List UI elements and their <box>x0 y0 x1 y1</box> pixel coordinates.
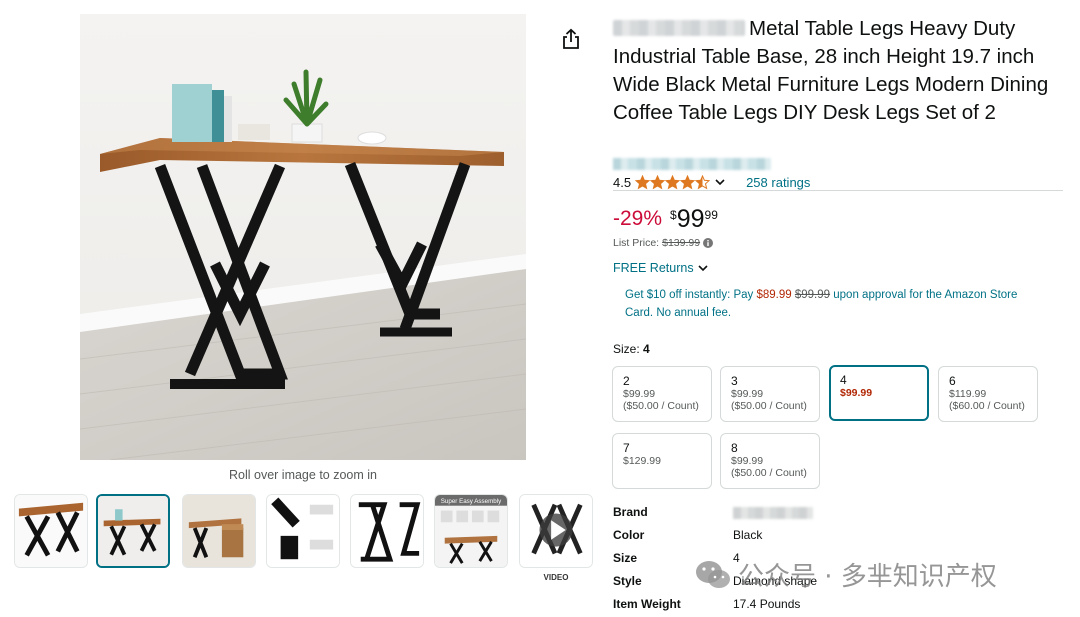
share-icon[interactable] <box>560 28 582 50</box>
size-option-6[interactable]: 6 $119.99 ($60.00 / Count) <box>938 366 1038 422</box>
size-option-3[interactable]: 3 $99.99 ($50.00 / Count) <box>720 366 820 422</box>
size-option-unit: ($60.00 / Count) <box>949 400 1025 412</box>
size-option-price: $99.99 <box>623 388 656 400</box>
size-option-price: $129.99 <box>623 455 661 467</box>
rating-value: 4.5 <box>613 174 632 190</box>
store-link-redacted[interactable] <box>613 158 771 170</box>
price-fraction: 99 <box>704 208 718 222</box>
spec-value: Black <box>733 528 763 542</box>
size-option-price: $119.99 <box>949 388 987 400</box>
size-option-price: $99.99 <box>731 388 764 400</box>
promo-old-price: $99.99 <box>794 289 831 301</box>
watermark-text: 公众号 · 多芈知识产权 <box>738 562 997 592</box>
price-row: -29% $ 99 99 <box>613 205 718 233</box>
product-title: Metal Table Legs Heavy Duty Industrial T… <box>613 15 1063 127</box>
size-option-8[interactable]: 8 $99.99 ($50.00 / Count) <box>720 433 820 489</box>
store-card-promo[interactable]: Get $10 off instantly: Pay $89.99 $99.99… <box>625 286 1045 322</box>
size-label: Size: 4 <box>613 342 650 356</box>
spec-key: Style <box>613 574 642 588</box>
size-option-price: $99.99 <box>731 455 764 467</box>
spec-key: Item Weight <box>613 597 681 611</box>
promo-lead: Get $10 off instantly: Pay <box>625 289 754 301</box>
size-option-name: 4 <box>840 373 847 387</box>
size-label-text: Size: <box>613 342 640 356</box>
size-option-name: 6 <box>949 374 956 388</box>
spec-value: 17.4 Pounds <box>733 597 801 611</box>
size-option-2[interactable]: 2 $99.99 ($50.00 / Count) <box>612 366 712 422</box>
size-option-unit: ($50.00 / Count) <box>731 467 807 479</box>
chevron-down-icon[interactable] <box>714 176 726 188</box>
brand-name-redacted <box>613 20 745 36</box>
thumbnail-1[interactable] <box>14 494 88 568</box>
thumbnail-image <box>15 495 87 567</box>
thumbnail-image <box>98 496 168 566</box>
ratings-count-link[interactable]: 258 ratings <box>746 175 810 190</box>
spec-value <box>733 505 813 522</box>
main-product-image[interactable] <box>80 14 526 460</box>
star-icon <box>635 174 651 189</box>
thumbnail-image <box>267 495 339 567</box>
chevron-down-icon <box>698 265 708 272</box>
star-icon <box>665 174 681 189</box>
size-option-price: $99.99 <box>840 387 873 399</box>
star-icon <box>695 174 711 189</box>
thumbnail-image <box>183 495 255 567</box>
thumbnail-3[interactable] <box>182 494 256 568</box>
thumbnail-image <box>351 495 423 567</box>
zoom-hint: Roll over image to zoom in <box>229 468 377 482</box>
size-option-name: 7 <box>623 441 630 455</box>
thumbnail-image: Super Easy Assembly <box>435 495 507 567</box>
rating-row: 4.5 258 ratings <box>613 174 810 190</box>
spec-key: Brand <box>613 505 648 519</box>
free-returns-label: FREE Returns <box>613 261 694 275</box>
thumbnail-6[interactable]: Super Easy Assembly <box>434 494 508 568</box>
discount-percent: -29% <box>613 207 663 230</box>
size-option-name: 3 <box>731 374 738 388</box>
spec-key: Color <box>613 528 645 542</box>
thumbnail-caption: Super Easy Assembly <box>441 498 502 505</box>
list-price-label: List Price: <box>613 237 660 249</box>
video-label: VIDEO <box>543 573 569 582</box>
thumbnail-4[interactable] <box>266 494 340 568</box>
size-option-unit: ($50.00 / Count) <box>623 400 699 412</box>
star-rating[interactable] <box>635 174 711 190</box>
spec-key: Size <box>613 551 638 565</box>
size-option-7[interactable]: 7 $129.99 <box>612 433 712 489</box>
list-price-value: $139.99 <box>662 237 701 249</box>
info-icon[interactable] <box>703 238 714 248</box>
price-currency: $ <box>670 208 677 222</box>
watermark: 公众号 · 多芈知识产权 <box>694 556 997 593</box>
brand-value-redacted <box>733 507 813 519</box>
star-icon <box>650 174 666 189</box>
size-option-name: 2 <box>623 374 630 388</box>
size-option-4[interactable]: 4 $99.99 <box>829 365 929 421</box>
size-option-unit: ($50.00 / Count) <box>731 400 807 412</box>
thumbnail-video[interactable] <box>519 494 593 568</box>
thumbnail-2[interactable] <box>96 494 170 568</box>
list-price: List Price: $139.99 <box>613 237 714 249</box>
table-photo <box>80 14 526 460</box>
star-icon <box>680 174 696 189</box>
free-returns-link[interactable]: FREE Returns <box>613 261 709 275</box>
size-selected: 4 <box>643 342 650 356</box>
price-whole: 99 <box>676 205 705 233</box>
size-option-name: 8 <box>731 441 738 455</box>
divider <box>613 190 1063 191</box>
thumbnail-5[interactable] <box>350 494 424 568</box>
thumbnail-image <box>520 495 592 567</box>
promo-new-price: $89.99 <box>756 289 792 301</box>
wechat-icon <box>696 560 730 588</box>
